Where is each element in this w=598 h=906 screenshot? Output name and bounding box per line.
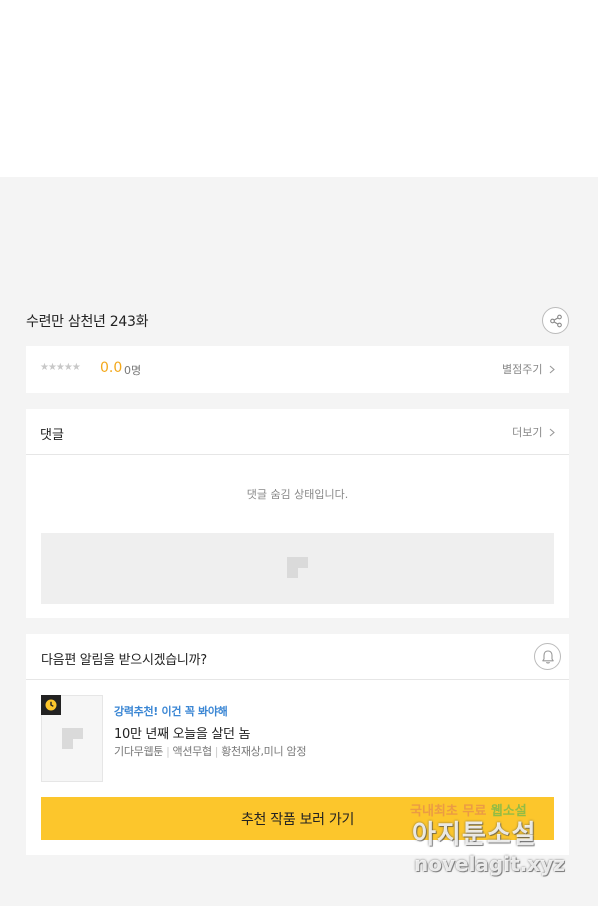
rating-count: 0명 [124, 364, 142, 377]
divider [26, 454, 569, 455]
notify-bell-button[interactable] [534, 643, 561, 670]
clock-icon [45, 699, 57, 711]
watermark-url: novelagit.xyz [414, 852, 565, 876]
comments-title: 댓글 [40, 428, 64, 443]
recommend-promo-text: 강력추천! 이건 꼭 봐야해 [114, 705, 228, 718]
rate-link[interactable]: 별점주기 [502, 361, 555, 377]
rating-card: ★★★★★ 0.0 0명 별점주기 [26, 346, 569, 393]
rating-score: 0.0 [100, 360, 123, 376]
share-button[interactable] [542, 307, 569, 334]
share-icon [549, 314, 562, 327]
notify-question: 다음편 알림을 받으시겠습니까? [41, 653, 207, 668]
chevron-right-icon [549, 428, 555, 437]
watermark-brand: 아지툰소설 [412, 820, 537, 850]
comments-card: 댓글 더보기 댓글 숨김 상태입니다. [26, 409, 569, 618]
meta-category: 기다무웹툰 [114, 745, 164, 758]
site-watermark: 국내최초 무료 웹소설 아지툰소설 novelagit.xyz [410, 800, 585, 890]
recommend-work-meta: 기다무웹툰 | 액션무협 | 황천재상,미니 암정 [114, 745, 307, 758]
comments-hidden-message: 댓글 숨김 상태입니다. [246, 488, 349, 501]
divider [26, 679, 569, 680]
placeholder-logo-icon [287, 557, 308, 578]
comments-more-label: 더보기 [512, 426, 543, 439]
comments-more-link[interactable]: 더보기 [512, 424, 555, 440]
meta-genre: 액션무협 [172, 745, 213, 758]
ad-placeholder[interactable] [41, 533, 554, 604]
placeholder-logo-icon [62, 728, 83, 749]
rate-link-label: 별점주기 [502, 363, 543, 376]
chevron-right-icon [549, 365, 555, 374]
wait-free-badge [41, 695, 61, 715]
recommend-work-title[interactable]: 10만 년째 오늘을 살던 놈 [114, 723, 251, 742]
episode-title: 수련만 삼천년 243화 [26, 314, 149, 330]
meta-authors: 황천재상,미니 암정 [221, 745, 307, 758]
bell-icon [541, 649, 554, 663]
content-area-top [0, 0, 598, 177]
star-rating: ★★★★★ [40, 362, 81, 373]
